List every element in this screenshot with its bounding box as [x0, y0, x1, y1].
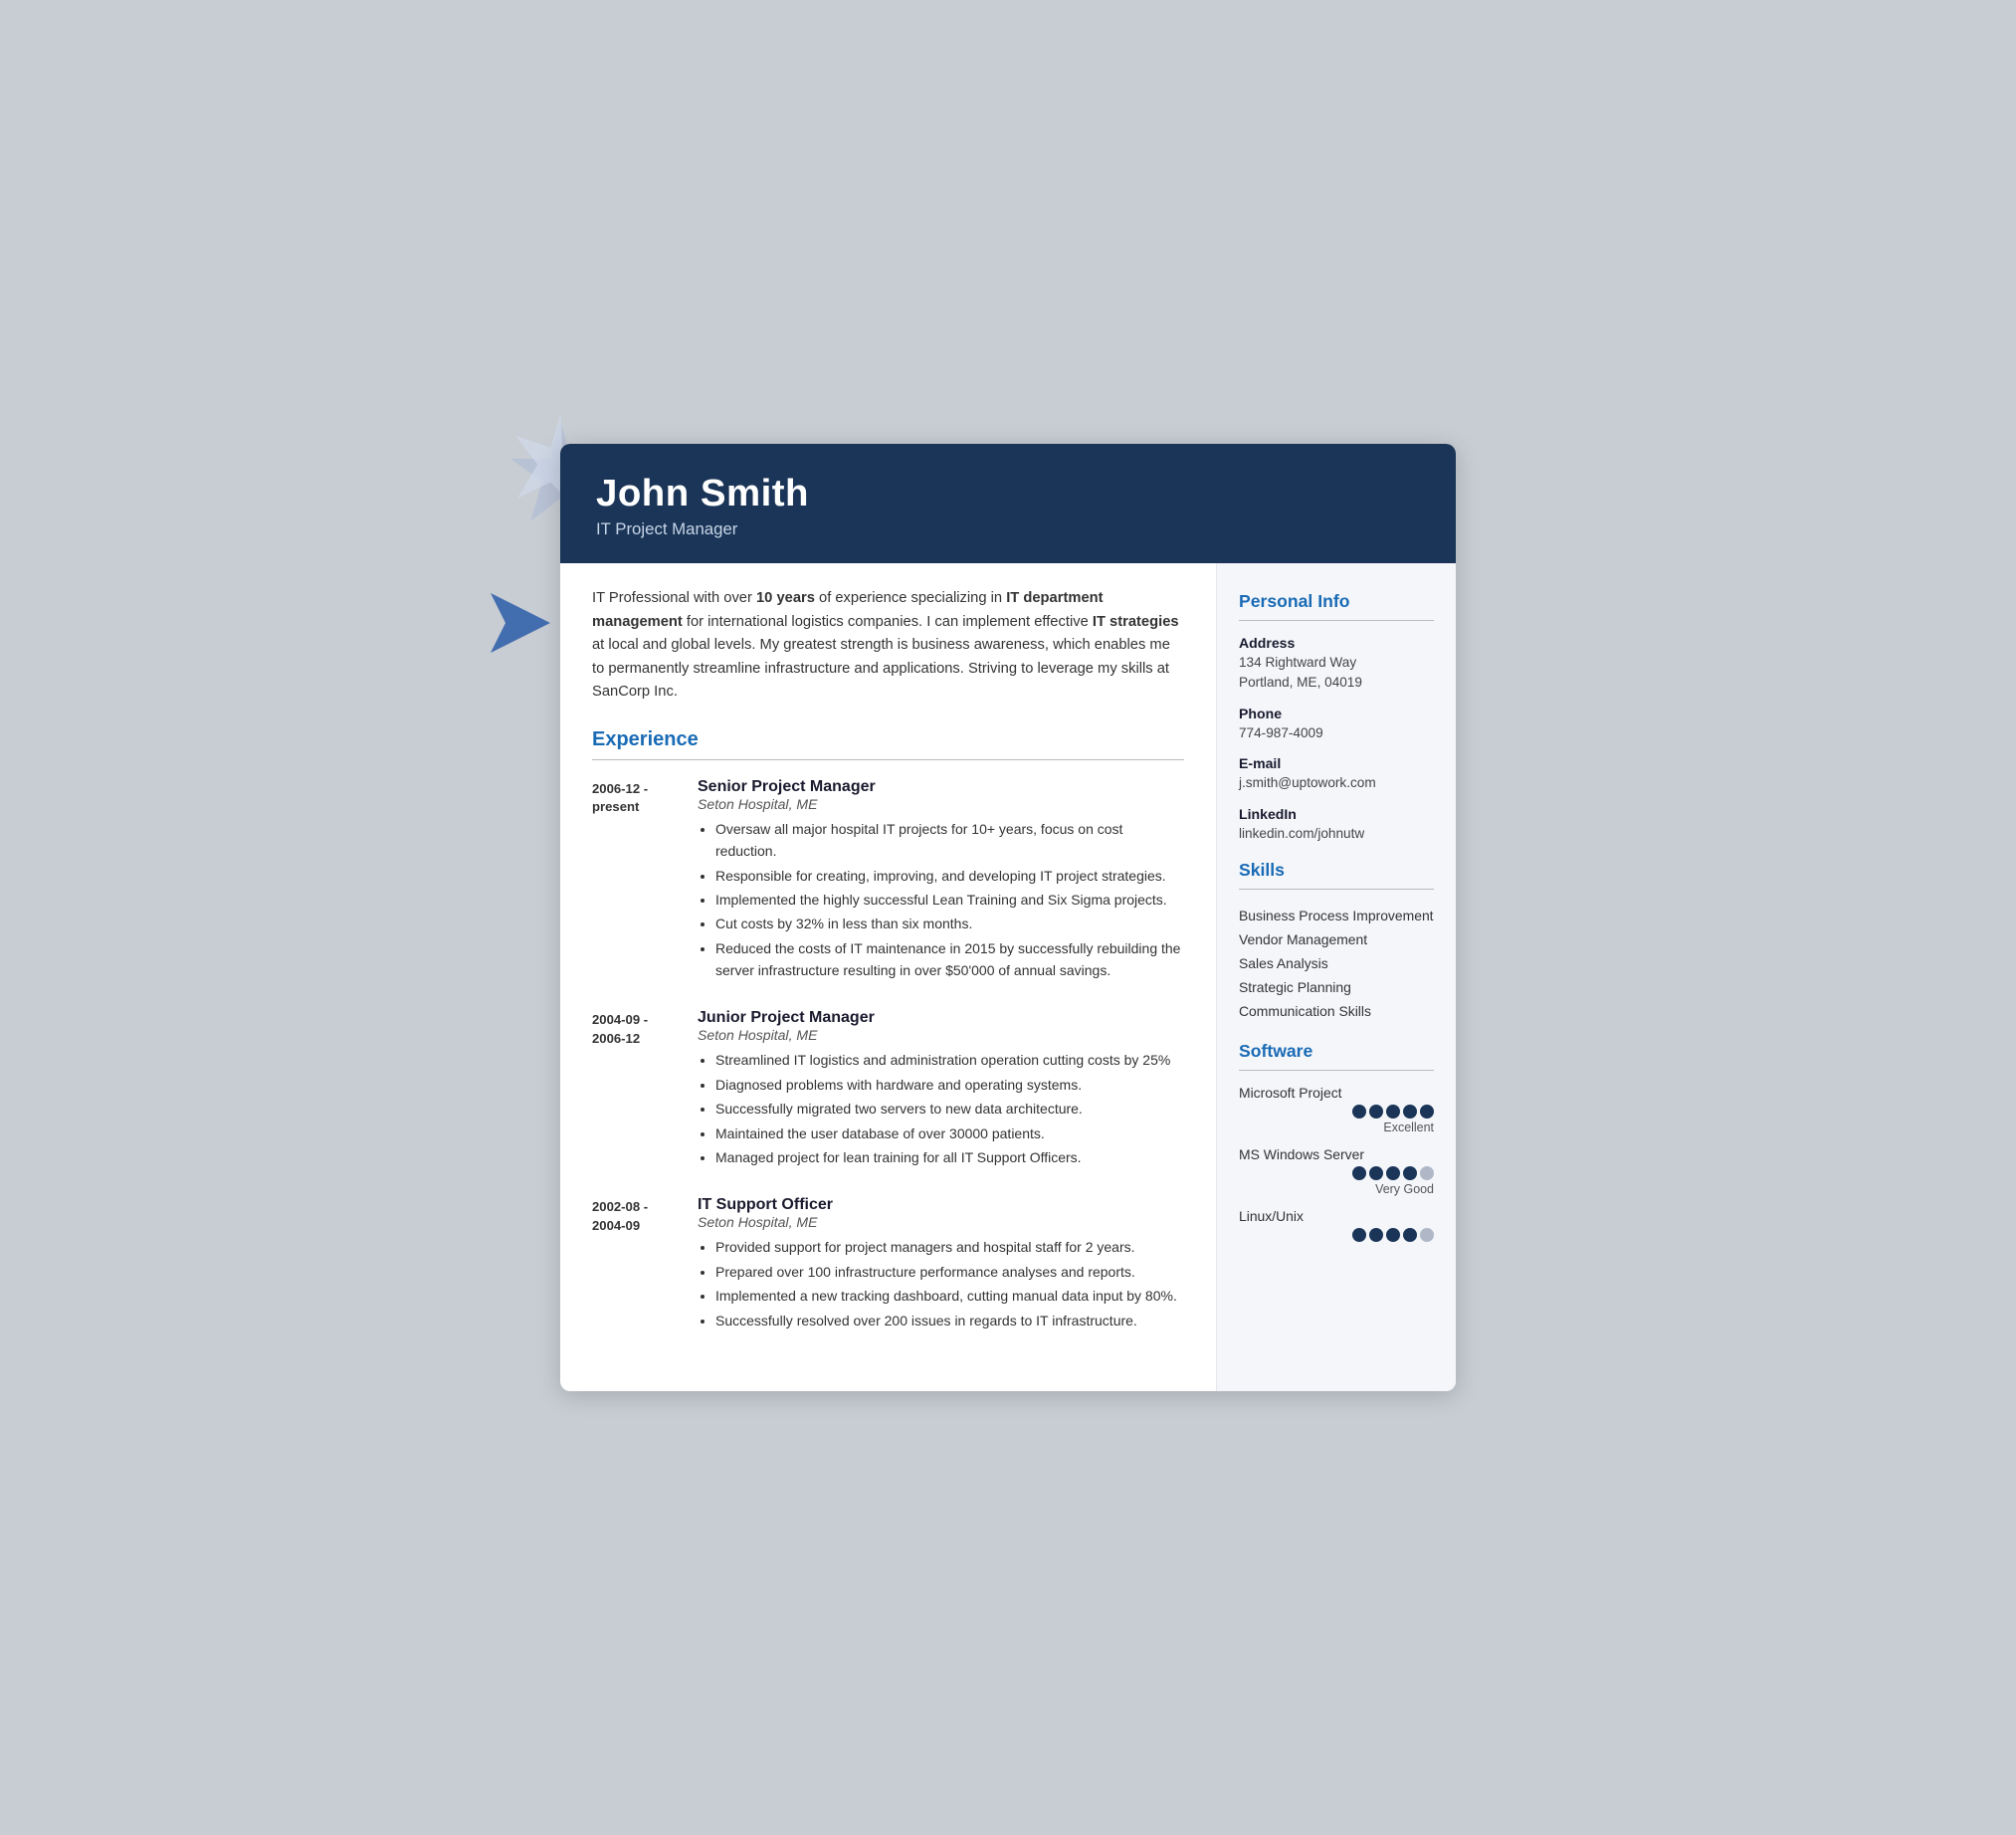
software-name: MS Windows Server [1239, 1146, 1434, 1162]
software-dots [1239, 1105, 1434, 1119]
software-name: Linux/Unix [1239, 1208, 1434, 1224]
software-dots [1239, 1166, 1434, 1180]
bullet-item: Reduced the costs of IT maintenance in 2… [715, 937, 1184, 982]
bullet-item: Provided support for project managers an… [715, 1236, 1184, 1258]
personal-info-heading: Personal Info [1239, 591, 1434, 612]
exp-entry-3: 2002-08 -2004-09 IT Support Officer Seto… [592, 1196, 1184, 1333]
exp-company-2: Seton Hospital, ME [698, 1027, 1184, 1043]
dot-empty [1420, 1228, 1434, 1242]
skill-item: Vendor Management [1239, 927, 1434, 951]
dot-empty [1420, 1166, 1434, 1180]
dot-filled [1369, 1228, 1383, 1242]
exp-content-2: Junior Project Manager Seton Hospital, M… [698, 1009, 1184, 1170]
summary-text: IT Professional with over 10 years of ex… [592, 587, 1184, 705]
skill-item: Sales Analysis [1239, 951, 1434, 975]
skill-item: Business Process Improvement [1239, 904, 1434, 927]
dot-filled [1403, 1105, 1417, 1119]
skills-heading: Skills [1239, 860, 1434, 881]
linkedin-block: LinkedIn linkedin.com/johnutw [1239, 806, 1434, 844]
software-divider [1239, 1070, 1434, 1071]
bullet-item: Successfully resolved over 200 issues in… [715, 1310, 1184, 1331]
exp-title-1: Senior Project Manager [698, 778, 1184, 796]
address-label: Address [1239, 635, 1434, 651]
skill-item: Communication Skills [1239, 999, 1434, 1023]
exp-bullets-2: Streamlined IT logistics and administrat… [698, 1049, 1184, 1168]
bullet-item: Managed project for lean training for al… [715, 1146, 1184, 1168]
bullet-item: Implemented a new tracking dashboard, cu… [715, 1285, 1184, 1307]
software-dots [1239, 1228, 1434, 1242]
address-block: Address 134 Rightward WayPortland, ME, 0… [1239, 635, 1434, 694]
exp-entry-2: 2004-09 -2006-12 Junior Project Manager … [592, 1009, 1184, 1170]
dot-filled [1403, 1166, 1417, 1180]
exp-company-3: Seton Hospital, ME [698, 1214, 1184, 1230]
dot-filled [1386, 1166, 1400, 1180]
resume-main: IT Professional with over 10 years of ex… [560, 563, 1217, 1391]
dot-filled [1369, 1105, 1383, 1119]
bullet-item: Successfully migrated two servers to new… [715, 1098, 1184, 1120]
software-name: Microsoft Project [1239, 1085, 1434, 1101]
dot-filled [1352, 1166, 1366, 1180]
resume-card: John Smith IT Project Manager IT Profess… [560, 444, 1456, 1391]
exp-bullets-3: Provided support for project managers an… [698, 1236, 1184, 1331]
personal-info-divider [1239, 620, 1434, 621]
exp-company-1: Seton Hospital, ME [698, 796, 1184, 812]
software-rating-label: Excellent [1239, 1121, 1434, 1134]
dot-filled [1386, 1228, 1400, 1242]
email-label: E-mail [1239, 755, 1434, 771]
bullet-item: Cut costs by 32% in less than six months… [715, 913, 1184, 934]
bullet-item: Oversaw all major hospital IT projects f… [715, 818, 1184, 863]
candidate-title: IT Project Manager [596, 519, 1420, 539]
skill-item: Strategic Planning [1239, 975, 1434, 999]
phone-label: Phone [1239, 706, 1434, 721]
bullet-item: Diagnosed problems with hardware and ope… [715, 1074, 1184, 1096]
resume-sidebar: Personal Info Address 134 Rightward WayP… [1217, 563, 1456, 1391]
linkedin-label: LinkedIn [1239, 806, 1434, 822]
experience-heading: Experience [592, 728, 1184, 751]
exp-date-1: 2006-12 -present [592, 778, 682, 984]
bullet-item: Streamlined IT logistics and administrat… [715, 1049, 1184, 1071]
bullet-item: Maintained the user database of over 300… [715, 1122, 1184, 1144]
dot-filled [1369, 1166, 1383, 1180]
email-value: j.smith@uptowork.com [1239, 773, 1434, 793]
software-item-linux: Linux/Unix [1239, 1208, 1434, 1242]
exp-content-1: Senior Project Manager Seton Hospital, M… [698, 778, 1184, 984]
page-wrapper: John Smith IT Project Manager IT Profess… [560, 444, 1456, 1391]
experience-divider [592, 759, 1184, 760]
linkedin-value: linkedin.com/johnutw [1239, 824, 1434, 844]
dot-filled [1386, 1105, 1400, 1119]
exp-date-2: 2004-09 -2006-12 [592, 1009, 682, 1170]
dot-filled [1403, 1228, 1417, 1242]
exp-entry-1: 2006-12 -present Senior Project Manager … [592, 778, 1184, 984]
dot-filled [1420, 1105, 1434, 1119]
software-heading: Software [1239, 1041, 1434, 1062]
address-value: 134 Rightward WayPortland, ME, 04019 [1239, 653, 1434, 694]
bullet-item: Responsible for creating, improving, and… [715, 865, 1184, 887]
email-block: E-mail j.smith@uptowork.com [1239, 755, 1434, 793]
exp-title-2: Junior Project Manager [698, 1009, 1184, 1027]
resume-header: John Smith IT Project Manager [560, 444, 1456, 563]
software-item-ms-project: Microsoft Project Excellent [1239, 1085, 1434, 1134]
dot-filled [1352, 1105, 1366, 1119]
phone-block: Phone 774-987-4009 [1239, 706, 1434, 743]
exp-title-3: IT Support Officer [698, 1196, 1184, 1214]
software-rating-label: Very Good [1239, 1182, 1434, 1196]
bullet-item: Implemented the highly successful Lean T… [715, 889, 1184, 911]
exp-content-3: IT Support Officer Seton Hospital, ME Pr… [698, 1196, 1184, 1333]
exp-date-3: 2002-08 -2004-09 [592, 1196, 682, 1333]
resume-body: IT Professional with over 10 years of ex… [560, 563, 1456, 1391]
deco-arrow [491, 593, 550, 653]
software-item-ms-windows: MS Windows Server Very Good [1239, 1146, 1434, 1196]
bullet-item: Prepared over 100 infrastructure perform… [715, 1261, 1184, 1283]
dot-filled [1352, 1228, 1366, 1242]
exp-bullets-1: Oversaw all major hospital IT projects f… [698, 818, 1184, 982]
skills-divider [1239, 889, 1434, 890]
phone-value: 774-987-4009 [1239, 723, 1434, 743]
candidate-name: John Smith [596, 472, 1420, 515]
